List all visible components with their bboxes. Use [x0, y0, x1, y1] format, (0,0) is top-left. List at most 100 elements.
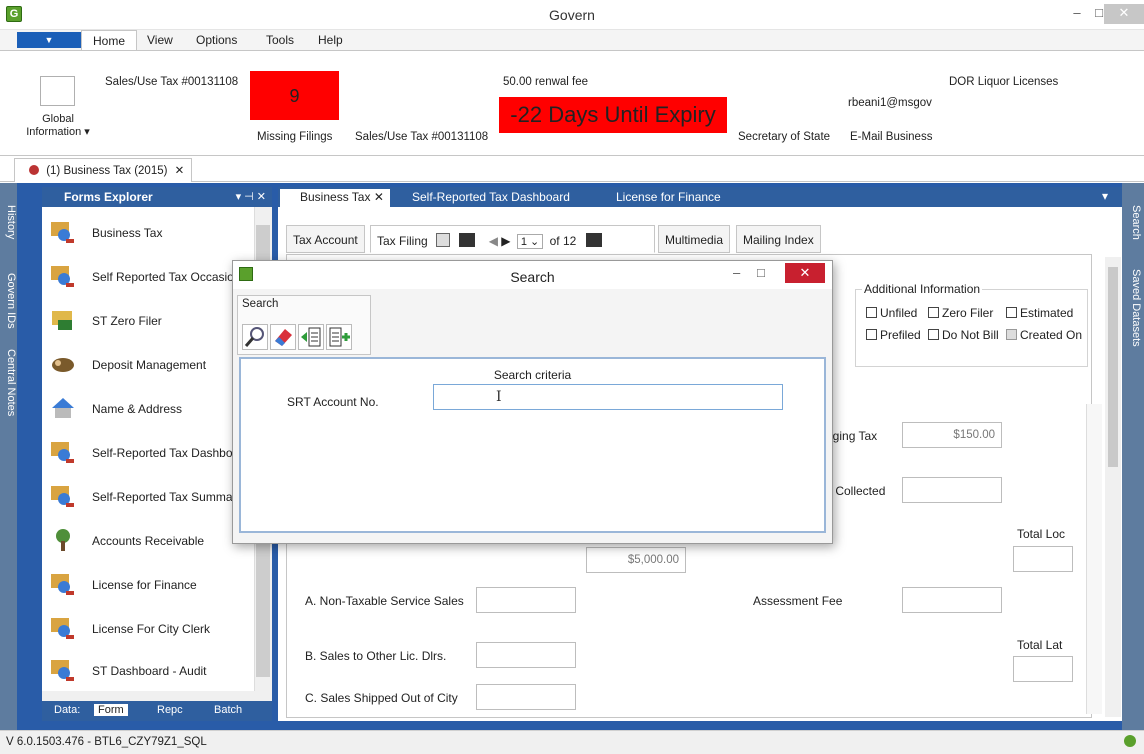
forms-list-hscrollbar[interactable] [42, 691, 272, 701]
form-inner-scrollbar[interactable] [1086, 404, 1102, 714]
page-select[interactable]: 1 ⌄ [516, 234, 544, 249]
window-title: Govern [549, 7, 595, 23]
rail-central-notes[interactable]: Central Notes [0, 345, 17, 420]
form-item-self-reported-tax-summary[interactable]: Self-Reported Tax Summar [50, 483, 254, 527]
subtab-mailing-index[interactable]: Mailing Index [736, 225, 821, 253]
bottom-tab-form[interactable]: Form [94, 704, 128, 716]
grid-view-icon[interactable] [585, 233, 602, 247]
tab-options[interactable]: Options [196, 33, 237, 47]
created-on-checkbox[interactable]: Created On [1006, 328, 1082, 342]
additional-information-title: Additional Information [862, 282, 983, 296]
unfiled-checkbox[interactable]: Unfiled [866, 306, 917, 320]
tab-view[interactable]: View [147, 33, 173, 47]
dialog-minimize-button[interactable]: – [733, 265, 740, 280]
save-icon[interactable] [436, 233, 451, 247]
amount-field[interactable]: $5,000.00 [586, 547, 686, 573]
prefiled-checkbox[interactable]: Prefiled [866, 328, 921, 342]
text-cursor-icon: I [496, 389, 502, 405]
rail-govern-ids[interactable]: Govern IDs [0, 269, 17, 333]
tab-home[interactable]: Home [81, 30, 137, 51]
panel-pin-controls[interactable]: ▾ ⊣ ✕ [236, 190, 266, 203]
zero-filer-checkbox[interactable]: Zero Filer [928, 306, 993, 320]
sales-tax-link-top[interactable]: Sales/Use Tax #00131108 [105, 76, 238, 88]
total-late-field[interactable] [1013, 656, 1073, 682]
connection-status-icon [1124, 735, 1136, 747]
form-item-accounts-receivable[interactable]: Accounts Receivable [50, 527, 254, 571]
tab-list-dropdown-icon[interactable]: ▾ [1102, 189, 1108, 207]
find-button[interactable] [242, 324, 268, 350]
expiry-alert[interactable]: -22 Days Until Expiry [499, 97, 727, 133]
subtab-tax-account[interactable]: Tax Account [286, 225, 365, 253]
total-local-label: Total Loc [1017, 527, 1066, 541]
left-side-rail: History Govern IDs Central Notes [0, 183, 17, 730]
main-tab-license-for-finance[interactable]: License for Finance [596, 189, 727, 207]
total-late-label: Total Lat [1017, 638, 1063, 652]
sales-shipped-out-field[interactable] [476, 684, 576, 710]
clear-button[interactable] [270, 324, 296, 350]
tab-help[interactable]: Help [318, 33, 343, 47]
subtab-multimedia[interactable]: Multimedia [658, 225, 731, 253]
main-tab-self-reported-tax-dashboard[interactable]: Self-Reported Tax Dashboard [392, 189, 576, 207]
email-business-link[interactable]: E-Mail Business [850, 131, 932, 143]
file-menu-button[interactable]: ▼ [17, 32, 81, 48]
srt-account-label: SRT Account No. [287, 395, 379, 409]
rail-history[interactable]: History [0, 201, 17, 243]
main-tab-bar: Business Tax ✕ Self-Reported Tax Dashboa… [278, 187, 1122, 207]
search-dialog: Search – □ ✕ Search Search criteria SRT … [232, 260, 833, 544]
form-item-license-for-finance[interactable]: License for Finance [50, 571, 254, 615]
form-item-name-address[interactable]: Name & Address [50, 395, 254, 439]
document-tab-label: (1) Business Tax (2015) [46, 165, 168, 177]
form-item-self-reported-tax-occasion[interactable]: Self Reported Tax Occasion [50, 263, 254, 307]
form-item-self-reported-tax-dashboard[interactable]: Self-Reported Tax Dashboa [50, 439, 254, 483]
non-taxable-service-sales-field[interactable] [476, 587, 576, 613]
add-criteria-button[interactable] [326, 324, 352, 350]
form-item-st-dashboard-audit[interactable]: ST Dashboard - Audit [50, 657, 254, 691]
binoculars-icon[interactable] [459, 233, 476, 247]
tab-tools[interactable]: Tools [266, 33, 294, 47]
form-outer-scroll-thumb[interactable] [1108, 267, 1118, 467]
form-item-deposit-management[interactable]: Deposit Management [50, 351, 254, 395]
tax-collected-label: c Collected [826, 484, 886, 498]
global-information-label[interactable]: Global Information ▾ [18, 113, 98, 139]
document-tab[interactable]: (1) Business Tax (2015) ✕ [14, 158, 192, 182]
missing-filings-count[interactable]: 9 [250, 71, 339, 120]
form-search-icon [51, 660, 74, 681]
sales-other-dealers-label: B. Sales to Other Lic. Dlrs. [305, 649, 447, 663]
dor-liquor-licenses-link[interactable]: DOR Liquor Licenses [949, 76, 1058, 88]
form-outer-scrollbar[interactable] [1105, 257, 1121, 717]
email-text: rbeani1@msgov [848, 97, 932, 109]
dialog-close-button[interactable]: ✕ [785, 263, 825, 283]
form-search-icon [51, 574, 74, 595]
dialog-maximize-button[interactable]: □ [757, 265, 765, 280]
bottom-tab-reports[interactable]: Repc [157, 704, 183, 716]
lodging-tax-field[interactable]: $150.00 [902, 422, 1002, 448]
rail-search[interactable]: Search [1125, 201, 1142, 244]
search-toolbar-group: Search [237, 295, 371, 355]
main-tab-business-tax[interactable]: Business Tax ✕ [280, 189, 390, 207]
form-item-license-for-city-clerk[interactable]: License For City Clerk [50, 615, 254, 659]
document-tab-close-icon[interactable]: ✕ [175, 165, 185, 177]
assessment-fee-field[interactable] [902, 587, 1002, 613]
sales-tax-link-bottom[interactable]: Sales/Use Tax #00131108 [355, 131, 488, 143]
sales-other-dealers-field[interactable] [476, 642, 576, 668]
srt-account-input[interactable]: I [433, 384, 783, 410]
rail-saved-datasets[interactable]: Saved Datasets [1125, 265, 1142, 351]
bottom-tab-batch[interactable]: Batch [214, 704, 242, 716]
secretary-of-state-link[interactable]: Secretary of State [738, 131, 830, 143]
form-item-st-zero-filer[interactable]: ST Zero Filer [50, 307, 254, 351]
sales-shipped-out-label: C. Sales Shipped Out of City [305, 691, 458, 705]
subtab-tax-filing[interactable]: Tax Filing ◀ ▶ 1 ⌄ of 12 [370, 225, 655, 253]
total-local-field[interactable] [1013, 546, 1073, 572]
do-not-bill-checkbox[interactable]: Do Not Bill [928, 328, 999, 342]
next-page-icon[interactable]: ▶ [501, 234, 510, 248]
estimated-checkbox[interactable]: Estimated [1006, 306, 1073, 320]
tax-collected-field[interactable] [902, 477, 1002, 503]
bottom-tab-data[interactable]: Data: [54, 704, 80, 716]
prev-page-icon[interactable]: ◀ [489, 234, 498, 248]
form-item-business-tax[interactable]: Business Tax [50, 219, 254, 263]
form-search-icon [51, 618, 74, 639]
close-button[interactable]: ✕ [1104, 4, 1144, 24]
version-text: V 6.0.1503.476 - BTL6_CZY79Z1_SQL [6, 736, 207, 748]
load-criteria-button[interactable] [298, 324, 324, 350]
global-information-button[interactable] [40, 76, 75, 106]
